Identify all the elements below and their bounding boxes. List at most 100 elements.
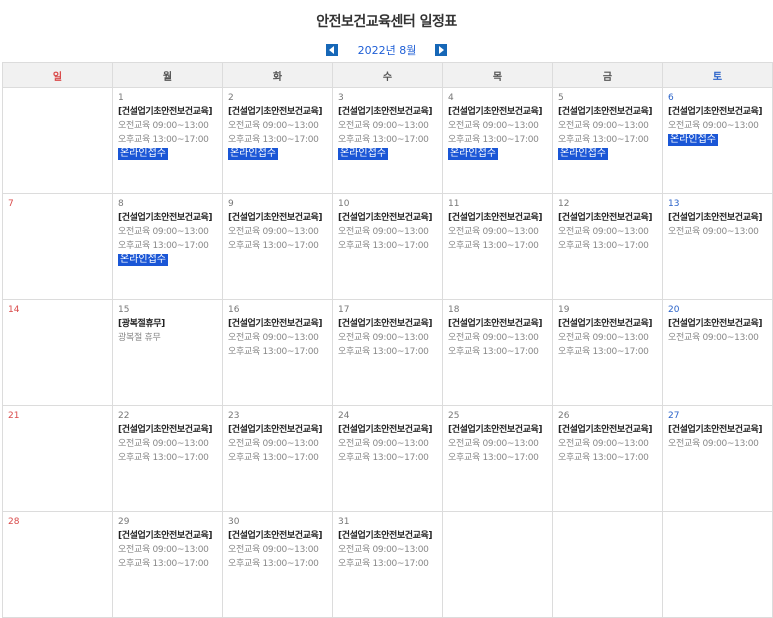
session-time: 오후교육 13:00~17:00	[228, 135, 319, 145]
session-time: 오전교육 09:00~13:00	[448, 439, 539, 449]
weekday-tuesday: 화	[222, 62, 333, 88]
calendar-day-cell: 8 [건설업기초안전보건교육] 오전교육 09:00~13:00 오후교육 13:00…	[112, 193, 223, 300]
session-time: 오전교육 09:00~13:00	[338, 227, 429, 237]
event-title[interactable]: [건설업기초안전보건교육]	[558, 423, 662, 437]
session-time: 오전교육 09:00~13:00	[668, 121, 759, 131]
event-title[interactable]: [건설업기초안전보건교육]	[338, 529, 442, 543]
session-time: 오전교육 09:00~13:00	[338, 439, 429, 449]
current-month-label: 2022년 8월	[357, 44, 417, 57]
session-time: 오후교육 13:00~17:00	[558, 347, 649, 357]
event-title[interactable]: [건설업기초안전보건교육]	[668, 211, 772, 225]
session-time: 오후교육 13:00~17:00	[118, 241, 209, 251]
event-title[interactable]: [건설업기초안전보건교육]	[228, 211, 332, 225]
event-title[interactable]: [건설업기초안전보건교육]	[448, 211, 552, 225]
online-registration-badge[interactable]: 온라인접수	[338, 148, 388, 160]
session-time: 오후교육 13:00~17:00	[448, 135, 539, 145]
session-time: 오전교육 09:00~13:00	[668, 227, 759, 237]
day-number: 5	[558, 93, 564, 103]
event-title[interactable]: [건설업기초안전보건교육]	[448, 317, 552, 331]
day-number: 4	[448, 93, 454, 103]
weekday-sunday: 일	[2, 62, 113, 88]
month-navigator: 2022년 8월	[0, 42, 773, 58]
calendar-day-cell: 23 [건설업기초안전보건교육] 오전교육 09:00~13:00 오후교육 13:0…	[222, 405, 333, 512]
calendar-day-cell: 17 [건설업기초안전보건교육] 오전교육 09:00~13:00 오후교육 13:0…	[332, 299, 443, 406]
session-time: 오후교육 13:00~17:00	[338, 241, 429, 251]
event-title[interactable]: [건설업기초안전보건교육]	[668, 423, 772, 437]
day-number: 31	[338, 517, 350, 527]
session-time: 오전교육 09:00~13:00	[448, 227, 539, 237]
day-number: 24	[338, 411, 350, 421]
day-number: 17	[338, 305, 350, 315]
event-title[interactable]: [건설업기초안전보건교육]	[338, 211, 442, 225]
session-time: 오전교육 09:00~13:00	[338, 333, 429, 343]
session-time: 오전교육 09:00~13:00	[118, 121, 209, 131]
event-title[interactable]: [건설업기초안전보건교육]	[118, 105, 222, 119]
session-time: 오후교육 13:00~17:00	[448, 241, 539, 251]
event-title[interactable]: [광복절휴무]	[118, 317, 222, 331]
session-time: 오후교육 13:00~17:00	[228, 241, 319, 251]
session-time: 오후교육 13:00~17:00	[558, 453, 649, 463]
session-time: 오전교육 09:00~13:00	[228, 333, 319, 343]
calendar-day-cell: 27 [건설업기초안전보건교육] 오전교육 09:00~13:00	[662, 405, 773, 512]
calendar-day-cell: 18 [건설업기초안전보건교육] 오전교육 09:00~13:00 오후교육 13:0…	[442, 299, 553, 406]
calendar-day-cell: 14	[2, 299, 113, 406]
event-title[interactable]: [건설업기초안전보건교육]	[228, 423, 332, 437]
day-number: 20	[668, 305, 680, 315]
event-title[interactable]: [건설업기초안전보건교육]	[228, 529, 332, 543]
session-time: 오후교육 13:00~17:00	[338, 453, 429, 463]
day-number: 28	[8, 517, 20, 527]
day-number: 11	[448, 199, 460, 209]
day-number: 15	[118, 305, 130, 315]
session-time: 오후교육 13:00~17:00	[228, 347, 319, 357]
event-title[interactable]: [건설업기초안전보건교육]	[668, 317, 772, 331]
event-title[interactable]: [건설업기초안전보건교육]	[558, 317, 662, 331]
calendar-day-cell: 6 [건설업기초안전보건교육] 오전교육 09:00~13:00 온라인접수	[662, 87, 773, 194]
day-number: 26	[558, 411, 570, 421]
day-number: 14	[8, 305, 20, 315]
day-number: 18	[448, 305, 460, 315]
day-number: 2	[228, 93, 234, 103]
session-time: 오전교육 09:00~13:00	[668, 439, 759, 449]
day-number: 23	[228, 411, 240, 421]
calendar-day-cell: 5 [건설업기초안전보건교육] 오전교육 09:00~13:00 오후교육 13:00…	[552, 87, 663, 194]
event-title[interactable]: [건설업기초안전보건교육]	[448, 105, 552, 119]
weekday-monday: 월	[112, 62, 223, 88]
session-time: 오전교육 09:00~13:00	[558, 439, 649, 449]
event-title[interactable]: [건설업기초안전보건교육]	[338, 317, 442, 331]
event-title[interactable]: [건설업기초안전보건교육]	[558, 105, 662, 119]
calendar-day-cell: 16 [건설업기초안전보건교육] 오전교육 09:00~13:00 오후교육 13:0…	[222, 299, 333, 406]
event-title[interactable]: [건설업기초안전보건교육]	[118, 529, 222, 543]
day-number: 16	[228, 305, 240, 315]
calendar-day-cell: 1 [건설업기초안전보건교육] 오전교육 09:00~13:00 오후교육 13:00…	[112, 87, 223, 194]
event-title[interactable]: [건설업기초안전보건교육]	[118, 211, 222, 225]
event-title[interactable]: [건설업기초안전보건교육]	[668, 105, 772, 119]
session-time: 오전교육 09:00~13:00	[338, 121, 429, 131]
event-title[interactable]: [건설업기초안전보건교육]	[338, 423, 442, 437]
online-registration-badge[interactable]: 온라인접수	[118, 254, 168, 266]
day-number: 30	[228, 517, 240, 527]
day-number: 22	[118, 411, 130, 421]
online-registration-badge[interactable]: 온라인접수	[118, 148, 168, 160]
session-time: 오전교육 09:00~13:00	[228, 227, 319, 237]
day-number: 19	[558, 305, 570, 315]
session-time: 오전교육 09:00~13:00	[338, 545, 429, 555]
day-number: 1	[118, 93, 124, 103]
calendar-week-row: 28 29 [건설업기초안전보건교육] 오전교육 09:00~13:00 오후교육 13…	[2, 511, 773, 618]
prev-month-button[interactable]	[325, 44, 338, 56]
event-title[interactable]: [건설업기초안전보건교육]	[558, 211, 662, 225]
online-registration-badge[interactable]: 온라인접수	[558, 148, 608, 160]
calendar-day-cell: 31 [건설업기초안전보건교육] 오전교육 09:00~13:00 오후교육 13:0…	[332, 511, 443, 618]
calendar-day-cell: 4 [건설업기초안전보건교육] 오전교육 09:00~13:00 오후교육 13:00…	[442, 87, 553, 194]
event-title[interactable]: [건설업기초안전보건교육]	[228, 317, 332, 331]
online-registration-badge[interactable]: 온라인접수	[448, 148, 498, 160]
event-title[interactable]: [건설업기초안전보건교육]	[118, 423, 222, 437]
calendar-day-cell: 11 [건설업기초안전보건교육] 오전교육 09:00~13:00 오후교육 13:0…	[442, 193, 553, 300]
online-registration-badge[interactable]: 온라인접수	[668, 134, 718, 146]
online-registration-badge[interactable]: 온라인접수	[228, 148, 278, 160]
next-month-button[interactable]	[435, 44, 448, 56]
event-title[interactable]: [건설업기초안전보건교육]	[228, 105, 332, 119]
event-title[interactable]: [건설업기초안전보건교육]	[338, 105, 442, 119]
event-title[interactable]: [건설업기초안전보건교육]	[448, 423, 552, 437]
session-time: 오후교육 13:00~17:00	[118, 135, 209, 145]
session-time: 오후교육 13:00~17:00	[338, 559, 429, 569]
